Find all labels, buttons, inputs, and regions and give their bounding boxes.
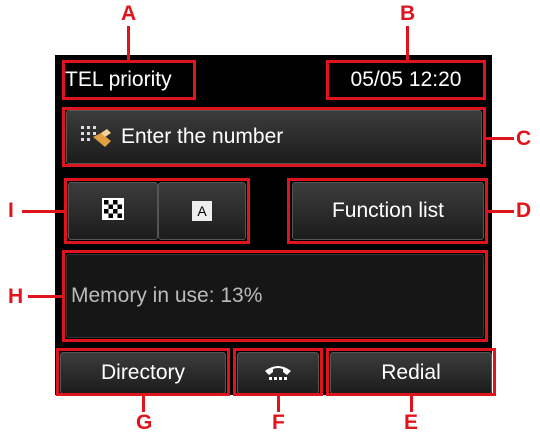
callout-box-h	[62, 250, 488, 342]
callout-box-a	[62, 60, 196, 100]
callout-line-f	[277, 396, 280, 412]
callout-box-f	[233, 348, 323, 396]
callout-line-d	[488, 210, 514, 213]
callout-label-g: G	[136, 411, 153, 434]
callout-label-b: B	[400, 2, 416, 25]
callout-label-i: I	[8, 199, 14, 222]
callout-label-h: H	[8, 285, 24, 308]
callout-box-i	[64, 178, 250, 244]
callout-line-h	[28, 295, 62, 298]
callout-label-f: F	[272, 411, 285, 434]
callout-line-e	[410, 396, 413, 412]
callout-label-e: E	[404, 411, 419, 434]
callout-label-a: A	[121, 2, 137, 25]
callout-box-b	[326, 60, 486, 100]
callout-box-e	[326, 348, 496, 396]
callout-label-c: C	[516, 127, 532, 150]
callout-box-c	[62, 107, 486, 167]
callout-box-g	[56, 348, 230, 396]
callout-label-d: D	[516, 199, 532, 222]
callout-line-c	[486, 137, 514, 140]
callout-box-d	[287, 178, 488, 244]
callout-line-a	[127, 26, 130, 61]
callout-line-b	[406, 26, 409, 61]
callout-line-i	[22, 210, 64, 213]
callout-line-g	[142, 396, 145, 412]
